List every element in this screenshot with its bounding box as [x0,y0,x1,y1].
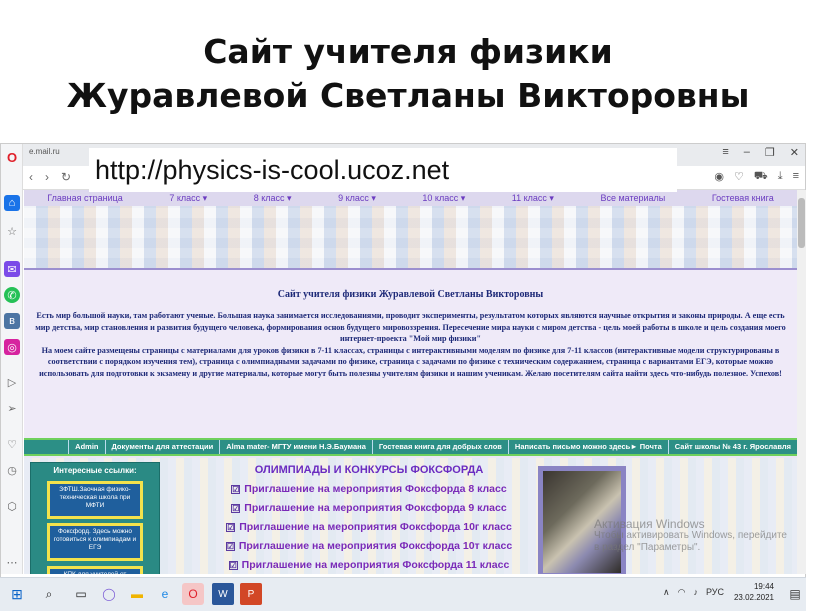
windows-taskbar: ⊞ ⌕ ▭ ◯ ▬ e O W P ∧ ◠ ♪ РУС 19:44 23.02.… [0,577,806,611]
history-icon[interactable]: ◷ [4,462,20,478]
scroll-thumb[interactable] [798,198,805,248]
nav-grade11[interactable]: 11 класс ▾ [512,193,554,204]
settings-icon[interactable]: ≡ [793,170,799,184]
file-explorer-icon[interactable]: ▬ [126,583,148,605]
intro-paragraph-1: Есть мир большой науки, там работают уче… [35,311,786,343]
interesting-links-heading: Интересные ссылки: [53,466,137,475]
page-scrollbar[interactable] [797,190,806,574]
link-kpk[interactable]: КПК для учителей от Центра онлайн обучен… [47,566,143,574]
chevron-up-icon[interactable]: ∧ [663,587,670,598]
nav-grade9[interactable]: 9 класс ▾ [338,193,376,204]
search-icon[interactable]: ⌕ [38,583,60,605]
link-foxford[interactable]: Фоксфорд. Здесь можно готовиться к олимп… [47,523,143,561]
slide-title: Сайт учителя физики Журавлевой Светланы … [0,30,816,118]
close-button[interactable]: ✕ [790,146,799,159]
link-school-site[interactable]: Сайт школы № 43 г. Ярославля [667,440,797,454]
window-controls: ≡ – ❐ ✕ [722,146,799,159]
olymp-item[interactable]: ☑ Приглашение на мероприятия Фоксфорда 9 … [204,502,534,514]
language-indicator[interactable]: РУС [706,587,724,598]
olymp-item[interactable]: ☑ Приглашение на мероприятия Фоксфорда 10… [204,540,534,552]
opera-sidebar: O ⌂ ☆ ✉ ✆ в ◎ ▷ ➢ ♡ ◷ ⬡ ⋯ [1,144,23,574]
tab-mail[interactable]: e.mail.ru [29,147,60,156]
opera-logo-icon[interactable]: O [4,149,20,165]
olympiads-title: ОЛИМПИАДЫ И КОНКУРСЫ ФОКСФОРДА [254,464,484,476]
nav-home[interactable]: Главная страница [47,193,123,203]
task-view-icon[interactable]: ▭ [70,583,92,605]
link-attestation[interactable]: Документы для аттестации [104,440,220,454]
link-guestbook[interactable]: Гостевая книга для добрых слов [371,440,508,454]
slide-title-line2: Журавлевой Светланы Викторовны [66,76,750,115]
windows-activation-watermark: Активация Windows Чтобы активировать Win… [594,517,787,553]
link-mail[interactable]: Написать письмо можно здесь► Почта [507,440,668,454]
cart-icon[interactable]: ⛟ [754,170,768,184]
site-banner [24,206,797,270]
intro-paragraph-2: На моем сайте размещены страницы с матер… [39,345,782,378]
toolbar-icons: ◉ ♡ ⛟ ⤓ ≡ [714,170,799,184]
volume-icon[interactable]: ♪ [693,587,698,598]
clock-date: 23.02.2021 [733,593,774,602]
more-icon[interactable]: ⋯ [4,554,20,570]
heart-icon[interactable]: ♡ [734,170,744,184]
edge-icon[interactable]: e [154,583,176,605]
start-icon[interactable]: ⊞ [6,583,28,605]
intro-text: Есть мир большой науки, там работают уче… [32,310,789,379]
word-icon[interactable]: W [212,583,234,605]
home-icon[interactable]: ⌂ [4,195,20,211]
intro-title: Сайт учителя физики Журавлевой Светланы … [277,289,544,300]
olymp-item[interactable]: ☑ Приглашение на мероприятия Фоксфорда 10… [204,521,534,533]
checkbox-icon: ☑ [228,560,238,570]
nav-guestbook[interactable]: Гостевая книга [712,193,774,203]
clock-time: 19:44 [753,582,774,591]
checkbox-icon: ☑ [231,503,241,513]
nav-grade10[interactable]: 10 класс ▾ [422,193,465,204]
instagram-icon[interactable]: ◎ [4,339,20,355]
download-icon[interactable]: ⤓ [778,170,783,184]
menu-icon[interactable]: ≡ [722,146,728,159]
link-admin[interactable]: Admin [68,440,104,454]
content-area: Интересные ссылки: ЗФТШ.Заочная физико-т… [24,458,797,574]
cortana-icon[interactable]: ◯ [98,583,120,605]
wifi-icon[interactable]: ◠ [678,587,686,598]
reload-button[interactable]: ↻ [61,170,71,184]
vk-icon[interactable]: в [4,313,20,329]
interesting-links-box: Интересные ссылки: ЗФТШ.Заочная физико-т… [30,462,160,574]
messenger-icon[interactable]: ✉ [4,261,20,277]
link-zftsh[interactable]: ЗФТШ.Заочная физико-техническая школа пр… [47,481,143,519]
send-icon[interactable]: ➢ [4,400,20,416]
url-caption: http://physics-is-cool.ucoz.net [89,148,677,192]
extensions-icon[interactable]: ⬡ [4,498,20,514]
checkbox-icon: ☑ [226,522,236,532]
opera-taskbar-icon[interactable]: O [182,583,204,605]
heart-icon[interactable]: ♡ [4,436,20,452]
forward-button[interactable]: › [45,170,49,184]
maximize-button[interactable]: ❐ [765,146,775,159]
powerpoint-icon[interactable]: P [240,583,262,605]
back-button[interactable]: ‹ [29,170,33,184]
olympiads-section: ОЛИМПИАДЫ И КОНКУРСЫ ФОКСФОРДА ☑ Приглаше… [204,464,534,571]
olymp-item[interactable]: ☑ Приглашение на мероприятия Фоксфорда 11… [204,559,534,571]
checkbox-icon: ☑ [231,484,241,494]
link-alma-mater[interactable]: Alma mater- МГТУ имени Н.Э.Баумана [219,440,372,454]
system-tray: ∧ ◠ ♪ РУС [663,587,724,598]
minimize-button[interactable]: – [744,146,750,159]
site-nav: Главная страница 7 класс ▾ 8 класс ▾ 9 к… [24,190,797,206]
notifications-icon[interactable]: ▤ [784,583,806,605]
nav-buttons: ‹ › ↻ [29,170,71,184]
nav-grade7[interactable]: 7 класс ▾ [169,193,207,204]
clock[interactable]: 19:44 23.02.2021 [734,581,774,603]
checkbox-icon: ☑ [225,541,235,551]
intro-section: Сайт учителя физики Журавлевой Светланы … [24,270,797,438]
olymp-item[interactable]: ☑ Приглашение на мероприятия Фоксфорда 8 … [204,483,534,495]
links-bar: Admin Документы для аттестации Alma mate… [24,438,797,456]
whatsapp-icon[interactable]: ✆ [4,287,20,303]
bookmark-icon[interactable]: ☆ [4,223,20,239]
player-icon[interactable]: ▷ [4,374,20,390]
slide-title-line1: Сайт учителя физики [203,32,613,71]
nav-grade8[interactable]: 8 класс ▾ [254,193,292,204]
camera-icon[interactable]: ◉ [714,170,724,184]
nav-all-materials[interactable]: Все материалы [600,193,665,203]
